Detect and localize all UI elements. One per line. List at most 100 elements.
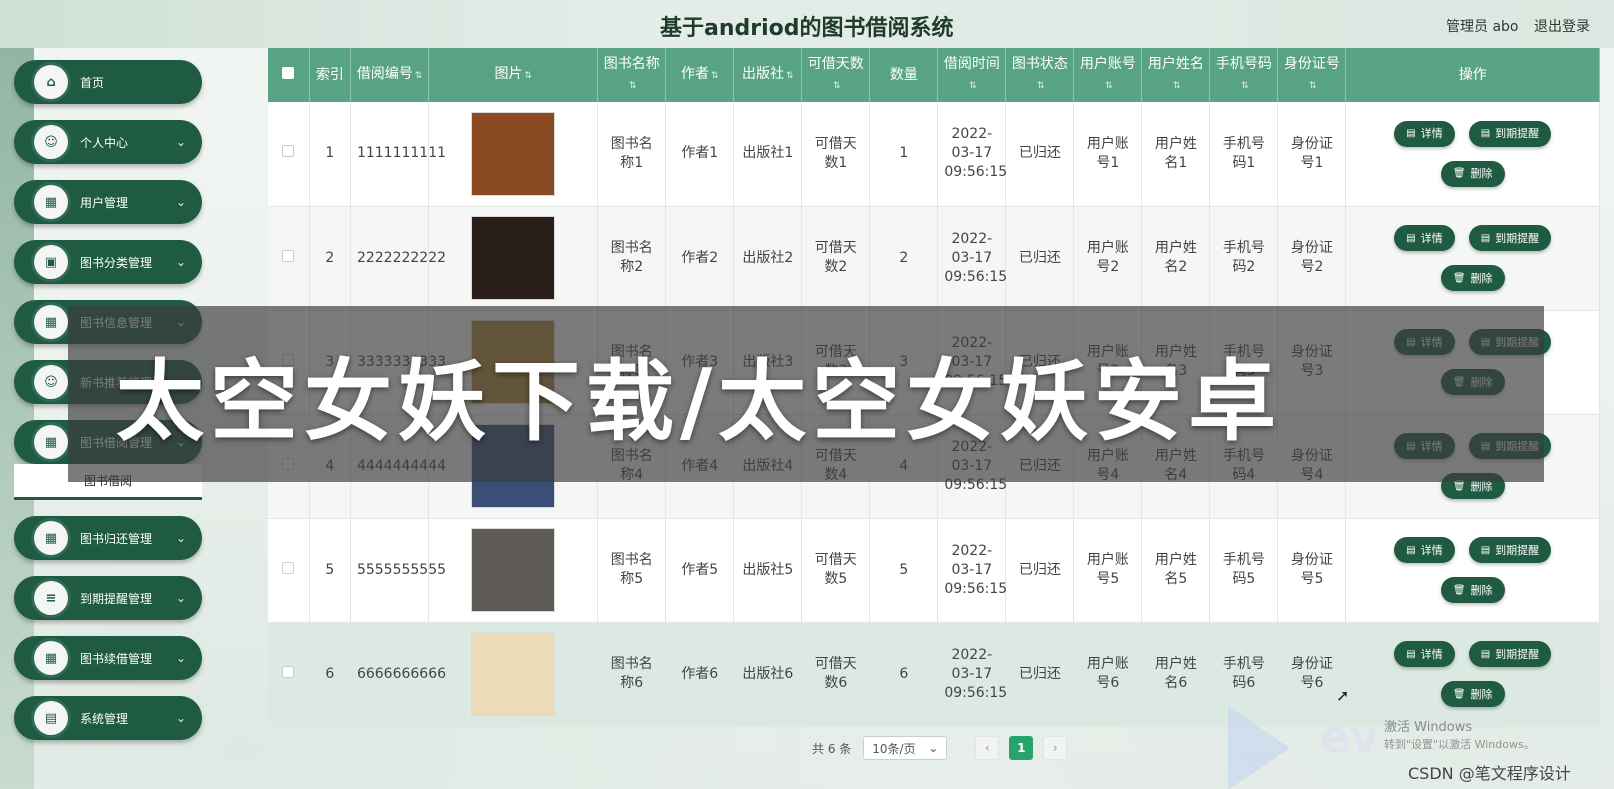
book-cover-image [471,111,556,196]
sidebar-item-label: 图书归还管理 [80,531,153,546]
column-header[interactable]: 借阅编号 ⇅ [350,48,430,102]
sidebar-item-label: 图书分类管理 [80,255,153,270]
sidebar-item-label: 到期提醒管理 [80,591,153,606]
sidebar-item-2[interactable]: ▦ 用户管理 ⌄ [14,180,202,224]
column-header-label: 图书名称 [603,56,660,72]
chevron-down-icon: ⌄ [175,711,186,725]
remind-button[interactable]: ▤ 到期提醒 [1468,537,1552,563]
sort-icon[interactable]: ⇅ [833,81,841,91]
detail-button[interactable]: ▤ 详情 [1394,120,1455,147]
grid-icon: ▦ [34,185,68,219]
row-checkbox[interactable] [282,665,295,678]
column-header[interactable]: 用户账号 ⇅ [1073,48,1143,102]
remind-button[interactable]: ▤ 到期提醒 [1468,225,1552,251]
delete-button[interactable]: 🗑 删除 [1440,577,1505,603]
sidebar-item-label: 用户管理 [80,195,129,210]
page-size-select[interactable]: 10条/页 ⌄ [863,736,948,760]
sort-icon[interactable]: ⇅ [1105,81,1113,91]
cell-borrow-no: 6666666666 [350,622,446,727]
delete-button-label: 删除 [1470,687,1493,701]
cell-index: 1 [309,102,351,207]
cell-index: 6 [309,622,351,727]
column-header-label: 用户账号 [1079,56,1136,72]
column-header[interactable]: 图书状态 ⇅ [1005,48,1075,102]
column-header-label: 数量 [889,67,918,83]
cell-phone: 手机号码1 [1209,102,1279,207]
sort-icon[interactable]: ⇅ [524,71,532,81]
column-header[interactable]: 用户姓名 ⇅ [1141,48,1211,102]
actions-cell: ▤ 详情 ▤ 到期提醒 🗑 删除 [1345,518,1600,623]
cell-book-name: 图书名称2 [597,206,667,311]
sort-icon[interactable]: ⇅ [1173,81,1181,91]
prev-page-button[interactable]: ‹ [975,736,1000,760]
document-icon: ▤ [1480,128,1491,140]
sort-icon[interactable]: ⇅ [1037,81,1045,91]
cell-index: 5 [309,518,351,623]
cell-days: 可借天数2 [801,206,871,311]
row-checkbox[interactable] [282,249,295,262]
detail-button[interactable]: ▤ 详情 [1394,641,1455,667]
sidebar-item-10[interactable]: ▤ 系统管理 ⌄ [14,696,202,740]
row-checkbox[interactable] [282,561,295,574]
delete-button[interactable]: 🗑 删除 [1440,265,1505,291]
column-header[interactable]: 图书名称 ⇅ [597,48,667,102]
remind-button[interactable]: ▤ 到期提醒 [1468,120,1552,147]
cell-days: 可借天数6 [801,622,871,727]
detail-button[interactable]: ▤ 详情 [1394,225,1455,251]
document-icon: ▤ [1406,232,1416,244]
select-all-checkbox[interactable] [282,67,295,79]
cell-status: 已归还 [1005,622,1075,727]
csdn-watermark: CSDN @笔文程序设计 [1408,764,1571,783]
delete-button[interactable]: 🗑 删除 [1440,160,1505,187]
actions-cell: ▤ 详情 ▤ 到期提醒 🗑 删除 [1345,622,1600,727]
total-count: 共 6 条 [812,741,852,756]
detail-button-label: 详情 [1420,231,1443,245]
cell-author: 作者1 [665,102,735,207]
cell-phone: 手机号码5 [1209,518,1279,623]
sort-icon[interactable]: ⇅ [1309,81,1317,91]
sidebar-item-label: 个人中心 [80,135,129,150]
column-header[interactable]: 图片 ⇅ [428,48,599,102]
logout-link[interactable]: 退出登录 [1534,16,1590,36]
column-header[interactable]: 可借天数 ⇅ [801,48,871,102]
sidebar-item-9[interactable]: ▦ 图书续借管理 ⌄ [14,636,202,680]
remind-button-label: 到期提醒 [1495,231,1540,245]
column-header[interactable]: 手机号码 ⇅ [1209,48,1279,102]
sort-icon[interactable]: ⇅ [969,81,977,91]
column-header[interactable]: 身份证号 ⇅ [1277,48,1347,102]
page-number-current[interactable]: 1 [1009,736,1034,760]
sort-icon[interactable]: ⇅ [415,71,423,81]
select-all-cell [268,48,310,102]
sort-icon[interactable]: ⇅ [711,71,719,81]
next-page-button[interactable]: › [1043,736,1068,760]
sidebar-item-1[interactable]: ☺ 个人中心 ⌄ [14,120,202,164]
cover-cell [428,518,599,623]
sort-icon[interactable]: ⇅ [629,81,637,91]
trash-icon: 🗑 [1452,688,1466,700]
cell-user-name: 用户姓名5 [1141,518,1211,623]
chevron-down-icon: ⌄ [175,255,186,269]
sort-icon[interactable]: ⇅ [1241,81,1249,91]
actions-cell: ▤ 详情 ▤ 到期提醒 🗑 删除 [1345,102,1600,207]
column-header[interactable]: 借阅时间 ⇅ [937,48,1007,102]
sidebar-item-7[interactable]: ▦ 图书归还管理 ⌄ [14,516,202,560]
remind-button[interactable]: ▤ 到期提醒 [1468,641,1552,667]
sidebar-item-3[interactable]: ▣ 图书分类管理 ⌄ [14,240,202,284]
row-checkbox[interactable] [282,145,295,158]
cell-publisher: 出版社5 [733,518,803,623]
column-header-label: 图书状态 [1011,56,1068,72]
user-icon: ☺ [34,125,68,159]
table-row: 1 1111111111 图书名称1 作者1 出版社1 可借天数1 1 2022-03-17 … [268,102,1600,207]
sidebar-item-0[interactable]: ⌂ 首页 [14,60,202,104]
cell-index: 2 [309,206,351,311]
ticket-icon: ▣ [34,245,68,279]
detail-button[interactable]: ▤ 详情 [1394,537,1455,563]
cell-phone: 手机号码2 [1209,206,1279,311]
sort-icon[interactable]: ⇅ [786,71,794,81]
sidebar-item-8[interactable]: ≡ 到期提醒管理 ⌄ [14,576,202,620]
row-select-cell [268,622,310,727]
sidebar-item-label: 图书续借管理 [80,651,153,666]
column-header[interactable]: 作者 ⇅ [665,48,735,102]
delete-button[interactable]: 🗑 删除 [1440,681,1505,707]
column-header[interactable]: 出版社 ⇅ [733,48,803,102]
